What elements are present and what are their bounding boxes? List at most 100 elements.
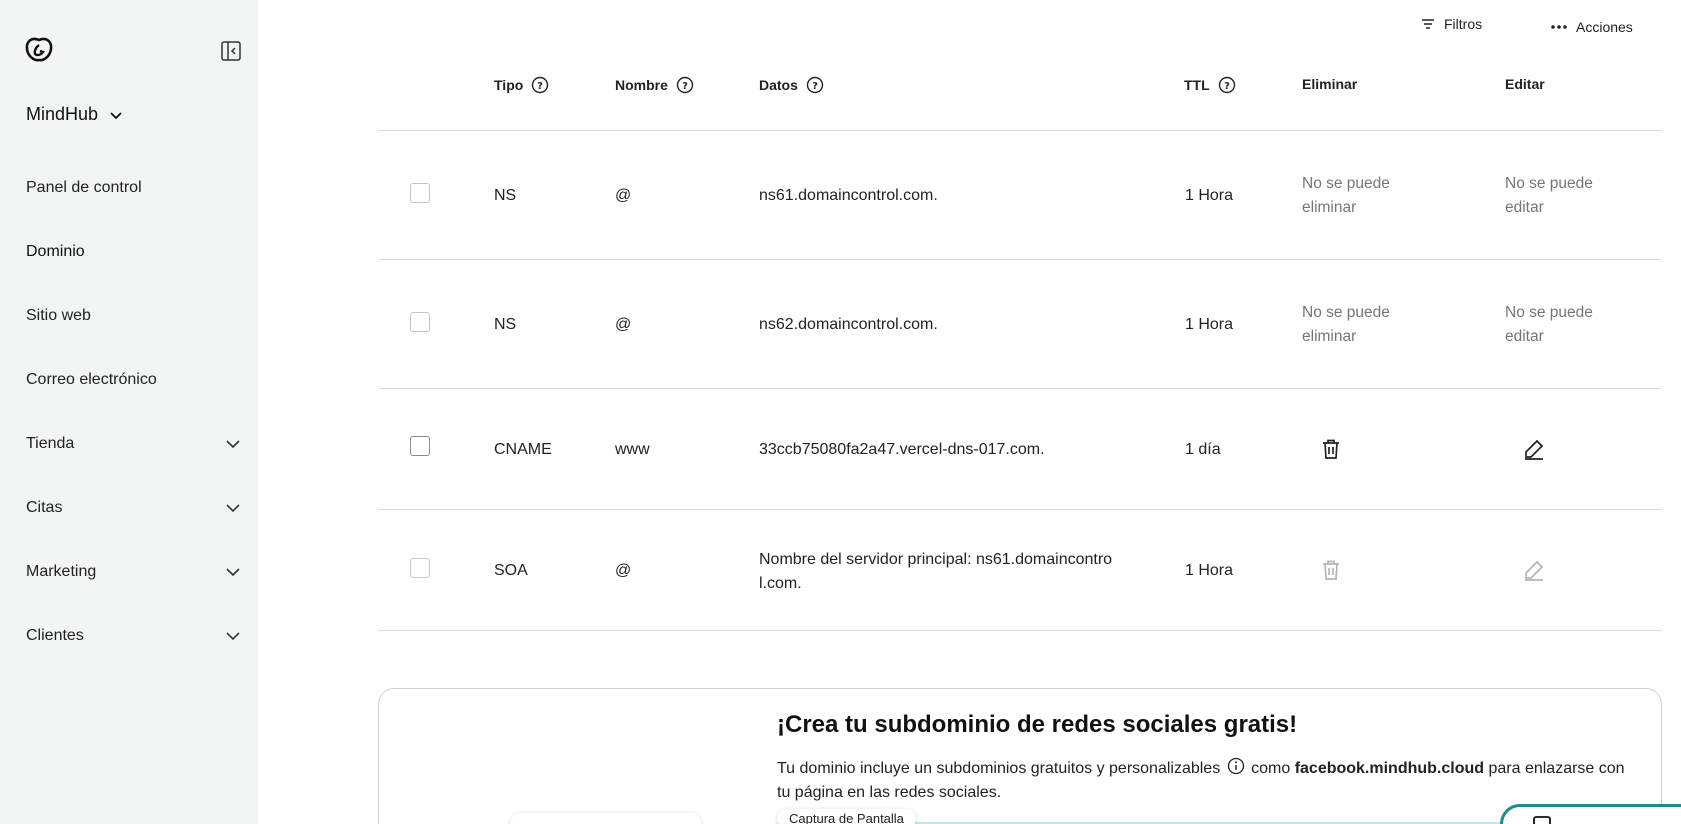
chevron-down-icon [110, 111, 122, 119]
row-checkbox[interactable] [410, 558, 430, 578]
cell-text-line: eliminar [1302, 199, 1357, 216]
sidebar-item-label: Clientes [26, 627, 84, 644]
promo-text-part: como [1251, 760, 1291, 777]
cell-data: Nombre del servidor principal: ns61.doma… [759, 548, 1112, 596]
chevron-down-icon [226, 632, 240, 641]
help-circle-icon[interactable]: ? [806, 76, 824, 94]
cell-name: @ [615, 187, 632, 204]
divider [378, 259, 1662, 260]
actions-label: Acciones [1576, 19, 1633, 35]
cell-ttl: 1 Hora [1185, 316, 1234, 333]
cell-data: ns61.domaincontrol.com. [759, 187, 938, 204]
cell-text-line: l.com. [759, 575, 802, 592]
sidebar-item-label: Panel de control [26, 179, 142, 196]
help-circle-icon[interactable]: ? [676, 76, 694, 94]
collapse-sidebar-icon[interactable] [220, 40, 242, 62]
cell-text-line: No se puede [1505, 304, 1593, 321]
cell-text-line: No se puede [1505, 175, 1593, 192]
cell-delete-unavailable: No se puede eliminar [1302, 172, 1390, 220]
screenshot-tag: Captura de Pantalla [777, 809, 916, 824]
cell-ttl: 1 día [1185, 441, 1221, 458]
column-header-type: Tipo ? [494, 76, 549, 94]
column-header-label: Editar [1505, 76, 1545, 92]
column-header-label: TTL [1184, 77, 1210, 93]
pencil-icon[interactable] [1522, 437, 1546, 461]
actions-button[interactable]: Acciones [1550, 19, 1633, 35]
cell-type: CNAME [494, 441, 552, 458]
divider [378, 509, 1662, 510]
cell-text-line: editar [1505, 199, 1544, 216]
row-checkbox[interactable] [410, 183, 430, 203]
sidebar-item-label: Citas [26, 499, 63, 516]
sidebar-item-clientes[interactable]: Clientes [26, 621, 242, 651]
cell-text-line: Nombre del servidor principal: ns61.doma… [759, 551, 1113, 568]
cell-type: NS [494, 187, 517, 204]
cell-data: 33ccb75080fa2a47.vercel-dns-017.com. [759, 441, 1045, 458]
column-header-edit: Editar [1505, 76, 1545, 92]
cell-text-line: editar [1505, 328, 1544, 345]
cell-type: SOA [494, 562, 528, 579]
help-chat-button[interactable] [1500, 804, 1681, 824]
info-icon[interactable] [1227, 757, 1245, 775]
column-header-label: Eliminar [1302, 76, 1358, 92]
sidebar-item-label: Sitio web [26, 307, 91, 324]
cell-name: @ [615, 562, 632, 579]
cell-ttl: 1 Hora [1185, 187, 1234, 204]
svg-text:?: ? [682, 81, 688, 92]
divider [378, 388, 1662, 389]
promo-title: ¡Crea tu subdominio de redes sociales gr… [777, 711, 1298, 738]
row-checkbox[interactable] [410, 436, 430, 456]
sidebar-item-label: Tienda [26, 435, 75, 452]
svg-text:?: ? [1224, 81, 1230, 92]
column-header-data: Datos ? [759, 76, 824, 94]
row-checkbox[interactable] [410, 312, 430, 332]
filter-icon [1422, 19, 1434, 29]
sidebar-item-dominio[interactable]: Dominio [26, 237, 242, 267]
sidebar-item-label: Correo electrónico [26, 371, 157, 388]
column-header-ttl: TTL ? [1184, 76, 1236, 94]
promo-description: Tu dominio incluye un subdominios gratui… [777, 757, 1637, 805]
help-circle-icon[interactable]: ? [1218, 76, 1236, 94]
sidebar-item-label: Marketing [26, 563, 97, 580]
chevron-down-icon [226, 568, 240, 577]
cell-data: ns62.domaincontrol.com. [759, 316, 938, 333]
sidebar-item-tienda[interactable]: Tienda [26, 429, 242, 459]
social-subdomain-promo: ¡Crea tu subdominio de redes sociales gr… [378, 688, 1662, 824]
sidebar-item-sitio-web[interactable]: Sitio web [26, 301, 242, 331]
divider [378, 130, 1662, 131]
cell-text-line: No se puede [1302, 304, 1390, 321]
divider [378, 630, 1662, 631]
more-horizontal-icon [1551, 25, 1567, 29]
chat-icon [1533, 816, 1551, 824]
column-header-delete: Eliminar [1302, 76, 1357, 92]
cell-name: @ [615, 316, 632, 333]
column-header-label: Nombre [615, 77, 668, 93]
cell-text-line: eliminar [1302, 328, 1357, 345]
sidebar-item-marketing[interactable]: Marketing [26, 557, 242, 587]
sidebar-item-citas[interactable]: Citas [26, 493, 242, 523]
help-circle-icon[interactable]: ? [531, 76, 549, 94]
godaddy-logo-icon[interactable] [24, 36, 54, 64]
filters-label: Filtros [1444, 16, 1483, 32]
sidebar-item-panel[interactable]: Panel de control [26, 173, 242, 203]
account-switcher[interactable]: MindHub [26, 104, 124, 125]
column-header-label: Datos [759, 77, 798, 93]
cell-edit-unavailable: No se puede editar [1505, 301, 1593, 349]
chevron-down-icon [226, 440, 240, 449]
promo-text-part: Tu dominio incluye un subdominios gratui… [777, 760, 1221, 777]
column-header-name: Nombre ? [615, 76, 694, 94]
pencil-icon [1525, 560, 1544, 581]
sidebar-item-correo[interactable]: Correo electrónico [26, 365, 242, 395]
brand-name: MindHub [26, 104, 99, 124]
cell-delete-unavailable: No se puede eliminar [1302, 301, 1390, 349]
cell-edit-unavailable: No se puede editar [1505, 172, 1593, 220]
chevron-down-icon [226, 504, 240, 513]
promo-domain-example: facebook.mindhub.cloud [1294, 760, 1485, 777]
sidebar: MindHub Panel de control Dominio Sitio w… [0, 0, 258, 824]
cell-type: NS [494, 316, 517, 333]
cell-ttl: 1 Hora [1185, 562, 1234, 579]
cell-name: www [615, 441, 650, 458]
filters-button[interactable]: Filtros [1420, 16, 1482, 32]
trash-icon[interactable] [1319, 437, 1343, 461]
preview-image [511, 813, 701, 824]
